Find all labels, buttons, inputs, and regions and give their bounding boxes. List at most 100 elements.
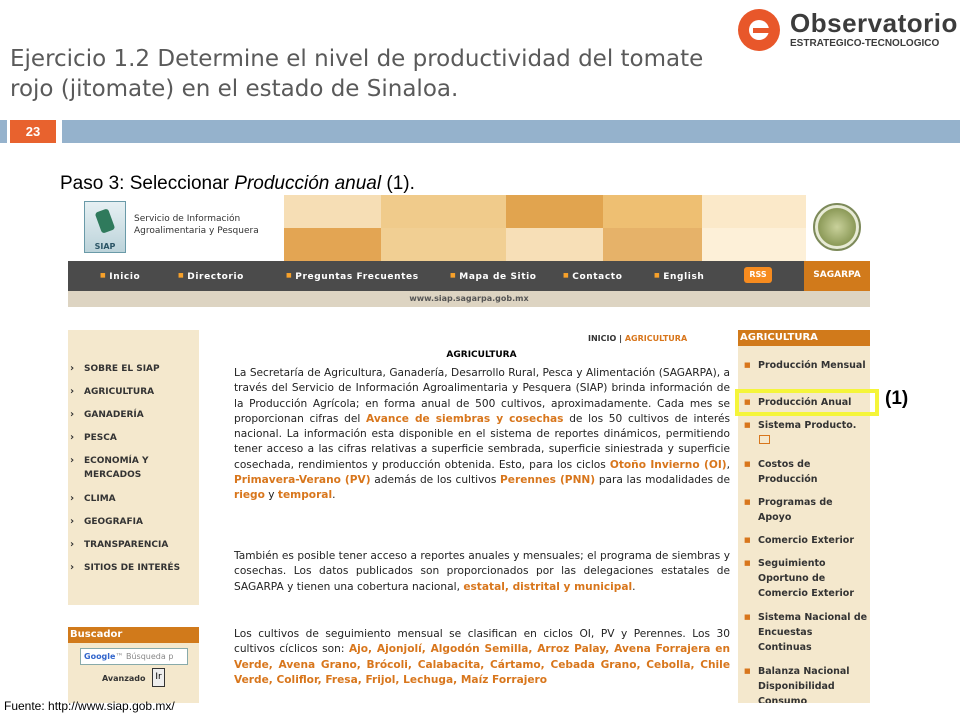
search-input[interactable]: Google™ Búsqueda p: [80, 648, 188, 665]
right-menu-comercio-exterior[interactable]: ■ Comercio Exterior: [744, 533, 868, 548]
slide-number: 23: [10, 120, 56, 143]
right-menu-programas-de-apoyo[interactable]: ■ Programas de Apoyo: [744, 495, 868, 525]
external-window-icon: [759, 435, 770, 444]
content-paragraph-1: La Secretaría de Agricultura, Ganadería,…: [234, 366, 730, 504]
highlight-box: [735, 389, 879, 416]
chevron-right-icon: ›: [70, 386, 75, 397]
siap-logo-text: SIAP: [94, 242, 116, 251]
p1-text-g: .: [332, 489, 336, 502]
p1-text-c: ,: [726, 458, 730, 471]
p1-text-f: y: [264, 489, 278, 502]
logo-subtitle: ESTRATEGICO-TECNOLOGICO: [790, 38, 940, 49]
slide-title: Ejercicio 1.2 Determine el nivel de prod…: [10, 46, 704, 102]
rss-button[interactable]: RSS: [744, 267, 772, 283]
chevron-right-icon: ›: [70, 455, 75, 466]
right-menu-header: AGRICULTURA: [738, 330, 870, 346]
search-placeholder: Búsqueda p: [126, 652, 174, 661]
step-suffix: (1).: [381, 173, 415, 194]
breadcrumb-separator: |: [619, 334, 623, 343]
nav-inicio[interactable]: Inicio: [100, 261, 140, 291]
right-menu-balanza-nacional[interactable]: ■ Balanza Nacional Disponibilidad Consumo: [744, 664, 868, 703]
siap-logo[interactable]: SIAP: [84, 201, 126, 253]
link-cobertura[interactable]: estatal, distrital y municipal: [463, 581, 632, 593]
bullet-icon: ■: [744, 460, 751, 468]
bullet-icon: ■: [744, 498, 751, 506]
bullet-icon: ■: [744, 559, 751, 567]
step-italic: Producción anual: [234, 173, 382, 194]
callout-label: (1): [885, 388, 909, 409]
google-brand: Google: [84, 652, 116, 661]
sistema-producto-label: Sistema Producto.: [758, 420, 857, 431]
left-menu-agricultura[interactable]: › AGRICULTURA: [70, 385, 196, 399]
sagarpa-link[interactable]: SAGARPA: [804, 261, 870, 291]
nav-contacto[interactable]: Contacto: [563, 261, 622, 291]
observatorio-logo: Observatorio ESTRATEGICO-TECNOLOGICO: [738, 6, 957, 56]
right-menu: AGRICULTURA ■ Producción Mensual ■ Producc…: [738, 330, 870, 703]
bullet-icon: ■: [744, 667, 751, 675]
nav-preguntas-frecuentes[interactable]: Preguntas Frecuentes: [286, 261, 419, 291]
siap-name-line1: Servicio de Información: [134, 214, 241, 224]
left-menu-ganaderia[interactable]: › GANADERÍA: [70, 408, 196, 422]
left-menu: › SOBRE EL SIAP › AGRICULTURA › GANADERÍA ›…: [68, 330, 199, 605]
siap-name-line2: Agroalimentaria y Pesquera: [134, 226, 259, 236]
chevron-right-icon: ›: [70, 493, 75, 504]
link-temporal[interactable]: temporal: [278, 489, 332, 501]
siap-top-nav: Inicio Directorio Preguntas Frecuentes M…: [68, 261, 870, 291]
left-menu-transparencia[interactable]: › TRANSPARENCIA: [70, 538, 196, 552]
content-paragraph-2: También es posible tener acceso a report…: [234, 549, 730, 595]
search-go-button[interactable]: Ir: [152, 668, 165, 687]
header-mosaic-banner: [284, 195, 806, 261]
siap-website-screenshot: SIAP Servicio de Información Agroaliment…: [68, 195, 870, 703]
chevron-right-icon: ›: [70, 516, 75, 527]
right-menu-costos-de-produccion[interactable]: ■ Costos de Producción: [744, 457, 868, 487]
p1-text-e: para las modalidades de: [595, 474, 730, 487]
right-menu-seguimiento-oportuno[interactable]: ■ Seguimiento Oportuno de Comercio Exteri…: [744, 556, 868, 601]
chevron-right-icon: ›: [70, 432, 75, 443]
siap-header: SIAP Servicio de Información Agroaliment…: [68, 195, 870, 261]
link-primavera-verano[interactable]: Primavera-Verano (PV): [234, 474, 371, 486]
left-menu-sobre-el-siap[interactable]: › SOBRE EL SIAP: [70, 362, 196, 376]
right-menu-sistema-producto[interactable]: ■ Sistema Producto.: [744, 418, 868, 448]
link-riego[interactable]: riego: [234, 489, 265, 501]
link-avance-siembras[interactable]: Avance de siembras y cosechas: [366, 413, 563, 425]
advanced-search-link[interactable]: Avanzado: [102, 674, 146, 683]
observatorio-logo-icon: [738, 9, 780, 51]
source-note: Fuente: http://www.siap.gob.mx/: [4, 699, 175, 713]
chevron-right-icon: ›: [70, 562, 75, 573]
left-menu-clima[interactable]: › CLIMA: [70, 492, 196, 506]
p1-text-d: además de los cultivos: [370, 474, 501, 487]
mexico-seal-icon: [813, 203, 861, 251]
nav-english[interactable]: English: [654, 261, 704, 291]
breadcrumb-current[interactable]: AGRICULTURA: [625, 334, 687, 343]
step-instruction: Paso 3: Seleccionar Producción anual (1)…: [60, 172, 415, 196]
left-menu-sitios-de-interes[interactable]: › SITIOS DE INTERÉS: [70, 561, 196, 575]
bullet-icon: ■: [744, 536, 751, 544]
nav-mapa-de-sitio[interactable]: Mapa de Sitio: [450, 261, 537, 291]
bullet-icon: ■: [744, 421, 751, 429]
link-otono-invierno[interactable]: Otoño Invierno (OI): [610, 459, 727, 471]
content-paragraph-3: Los cultivos de seguimiento mensual se c…: [234, 627, 730, 688]
breadcrumb: INICIO | AGRICULTURA: [588, 334, 687, 343]
chevron-right-icon: ›: [70, 363, 75, 374]
logo-name: Observatorio: [790, 8, 958, 38]
bullet-icon: ■: [744, 361, 751, 369]
search-panel: Buscador Google™ Búsqueda p Avanzado Ir: [68, 627, 199, 703]
chevron-right-icon: ›: [70, 409, 75, 420]
left-menu-economia-y-mercados[interactable]: › ECONOMÍA Y MERCADOS: [70, 454, 196, 482]
step-prefix: Paso 3: Seleccionar: [60, 173, 235, 194]
search-panel-header: Buscador: [68, 627, 199, 643]
content-title: AGRICULTURA: [446, 350, 517, 360]
link-perennes[interactable]: Perennes (PNN): [500, 474, 595, 486]
header-bar-right: [62, 120, 960, 143]
header-bar-left: [0, 120, 7, 143]
nav-directorio[interactable]: Directorio: [178, 261, 244, 291]
right-menu-produccion-mensual[interactable]: ■ Producción Mensual: [744, 358, 868, 373]
chevron-right-icon: ›: [70, 539, 75, 550]
bullet-icon: ■: [744, 613, 751, 621]
site-url: www.siap.sagarpa.gob.mx: [68, 291, 870, 307]
left-menu-geografia[interactable]: › GEOGRAFIA: [70, 515, 196, 529]
right-menu-sistema-nacional-encuestas[interactable]: ■ Sistema Nacional de Encuestas Continuas: [744, 610, 868, 655]
siap-name: Servicio de Información Agroalimentaria …: [134, 213, 259, 237]
left-menu-pesca[interactable]: › PESCA: [70, 431, 196, 445]
breadcrumb-home[interactable]: INICIO: [588, 334, 616, 343]
